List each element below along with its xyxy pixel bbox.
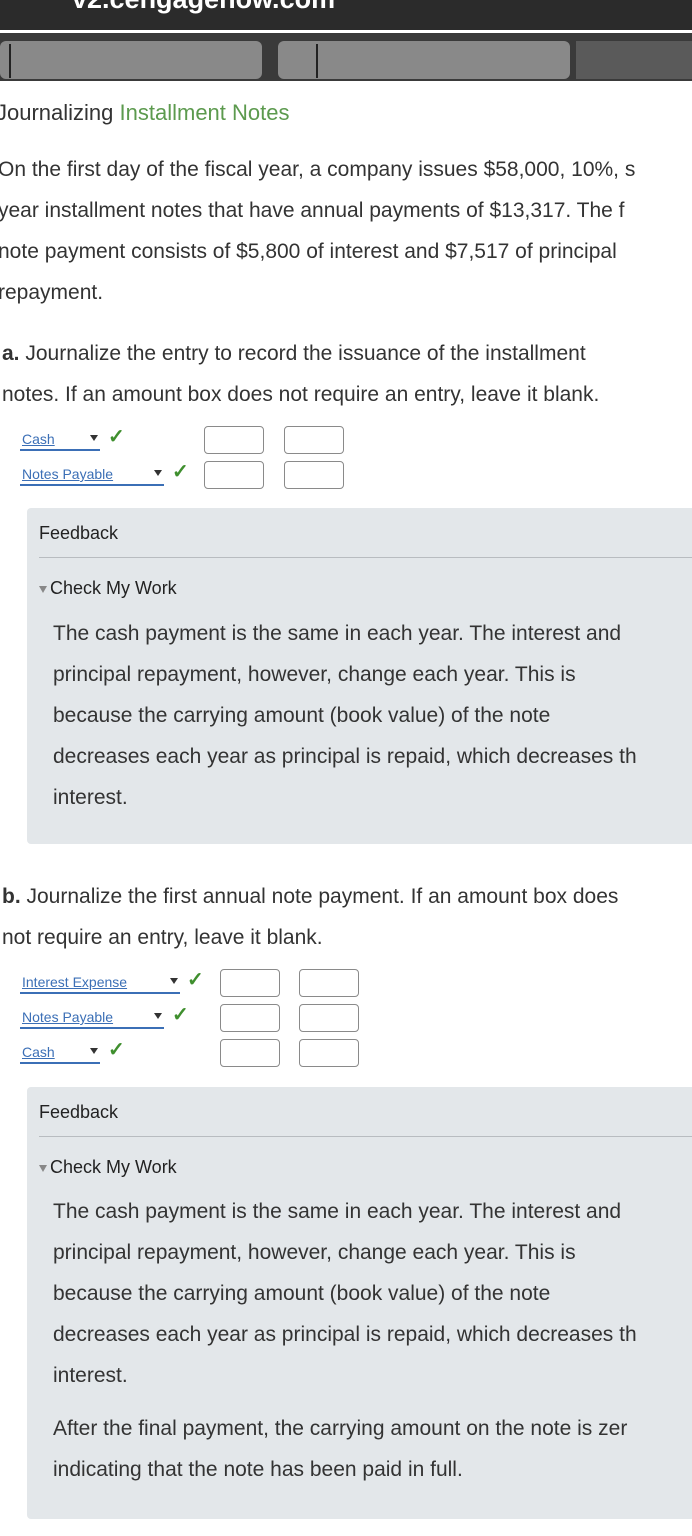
part-b-letter: b. [2, 885, 21, 908]
browser-top-bar: v2.cengagenow.com [0, 0, 692, 30]
chevron-down-icon [170, 978, 178, 984]
journal-row: Cash ✓ [0, 426, 692, 460]
check-icon: ✓ [108, 1039, 125, 1061]
account-select[interactable]: Notes Payable [20, 1008, 164, 1029]
divider [39, 1136, 692, 1137]
chevron-down-icon [90, 435, 98, 441]
caret-down-icon [39, 585, 47, 593]
credit-amount-input[interactable] [284, 461, 344, 489]
toolbar-button-left[interactable] [0, 41, 262, 79]
toolbar-button-right[interactable] [576, 41, 692, 79]
account-select[interactable]: Notes Payable [20, 465, 164, 486]
toolbar-divider [316, 44, 318, 78]
account-select[interactable]: Cash [20, 1043, 100, 1064]
check-icon: ✓ [172, 461, 189, 483]
chevron-down-icon [90, 1048, 98, 1054]
debit-amount-input[interactable] [204, 426, 264, 454]
check-my-work-toggle[interactable]: Check My Work [39, 1157, 177, 1178]
browser-url[interactable]: v2.cengagenow.com [72, 0, 335, 15]
debit-amount-input[interactable] [220, 1004, 280, 1032]
account-select[interactable]: Cash [20, 430, 100, 451]
check-icon: ✓ [172, 1004, 189, 1026]
check-icon: ✓ [187, 969, 204, 991]
debit-amount-input[interactable] [220, 969, 280, 997]
journal-row: Notes Payable ✓ [0, 461, 692, 495]
credit-amount-input[interactable] [299, 1039, 359, 1067]
journal-row: Notes Payable ✓ [0, 1004, 692, 1038]
credit-amount-input[interactable] [284, 426, 344, 454]
check-icon: ✓ [108, 426, 125, 448]
chevron-down-icon [154, 470, 162, 476]
page-title: Journalizing Installment Notes [0, 100, 290, 125]
feedback-heading: Feedback [39, 1102, 119, 1122]
part-b-instructions: b. Journalize the first annual note paym… [2, 885, 619, 949]
credit-amount-input[interactable] [299, 1004, 359, 1032]
feedback-heading: Feedback [39, 523, 119, 543]
feedback-text: The cash payment is the same in each yea… [53, 1200, 637, 1387]
intro-paragraph: On the first day of the fiscal year, a c… [0, 158, 636, 304]
check-my-work-toggle[interactable]: Check My Work [39, 578, 177, 599]
part-a-letter: a. [2, 342, 20, 365]
journal-row: Cash ✓ [0, 1039, 692, 1073]
debit-amount-input[interactable] [220, 1039, 280, 1067]
debit-amount-input[interactable] [204, 461, 264, 489]
part-a-instructions: a. Journalize the entry to record the is… [2, 342, 600, 406]
feedback-panel: Feedback Check My Work The cash payment … [27, 508, 692, 844]
divider [39, 557, 692, 558]
chevron-down-icon [154, 1013, 162, 1019]
account-select[interactable]: Interest Expense [20, 973, 180, 994]
toolbar-divider [9, 44, 11, 78]
feedback-text: After the final payment, the carrying am… [53, 1417, 628, 1481]
feedback-panel: Feedback Check My Work The cash payment … [27, 1087, 692, 1519]
journal-row: Interest Expense ✓ [0, 969, 692, 1003]
feedback-text: The cash payment is the same in each yea… [53, 622, 637, 809]
credit-amount-input[interactable] [299, 969, 359, 997]
caret-down-icon [39, 1164, 47, 1172]
toolbar-button-middle[interactable] [278, 41, 570, 79]
